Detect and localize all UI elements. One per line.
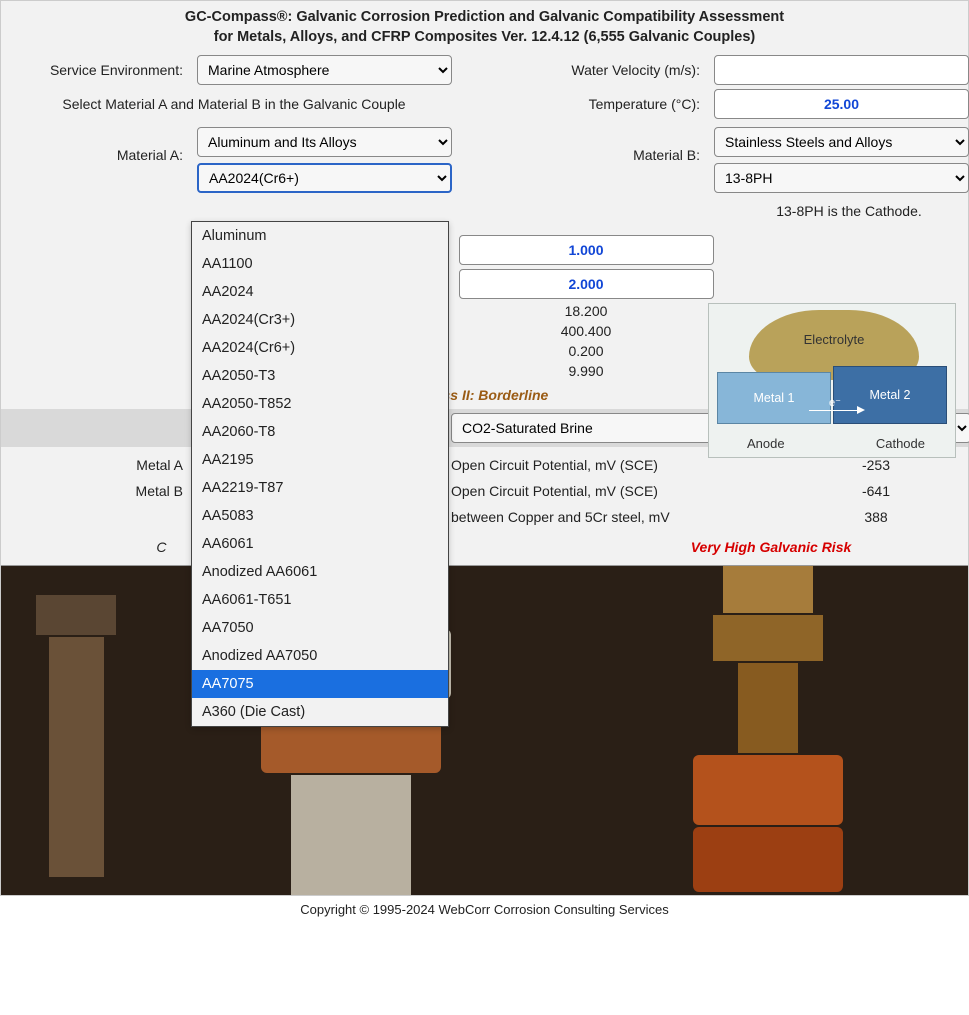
exposed-area-a-input[interactable] — [459, 235, 714, 265]
material-b-group-select[interactable]: Stainless Steels and Alloys — [714, 127, 969, 157]
alloy-option[interactable]: A360 (Die Cast) — [192, 698, 448, 726]
metal-1-block: Metal 1 — [717, 372, 831, 424]
select-materials-note: Select Material A and Material B in the … — [11, 90, 457, 118]
pre-1-value: 0.200 — [451, 343, 721, 359]
alloy-option[interactable]: AA2024(Cr3+) — [192, 306, 448, 334]
alloy-option[interactable]: AA5083 — [192, 502, 448, 530]
alloy-option[interactable]: AA6061-T651 — [192, 586, 448, 614]
service-env-select[interactable]: Marine Atmosphere — [197, 55, 452, 85]
electrolyte-label: Electrolyte — [749, 332, 919, 347]
electron-symbol: e⁻ — [829, 396, 841, 409]
copyright-footer: Copyright © 1995-2024 WebCorr Corrosion … — [0, 896, 969, 923]
value-2: 400.400 — [451, 323, 721, 339]
alloy-option[interactable]: AA2060-T8 — [192, 418, 448, 446]
material-b-label: Material B: — [463, 127, 708, 163]
alloy-option[interactable]: AA2195 — [192, 446, 448, 474]
alloy-option[interactable]: AA2219-T87 — [192, 474, 448, 502]
ocp-a-value: -253 — [801, 457, 951, 473]
cathode-label: Cathode — [876, 436, 925, 451]
title-line-2: for Metals, Alloys, and CFRP Composites … — [1, 29, 968, 45]
anode-label: Anode — [747, 436, 785, 451]
alloy-option[interactable]: Anodized AA6061 — [192, 558, 448, 586]
ocp-diff-value: 388 — [801, 509, 951, 525]
title-line-1: GC-Compass®: Galvanic Corrosion Predicti… — [1, 9, 968, 25]
electron-arrow — [809, 410, 859, 411]
alloy-option[interactable]: Anodized AA7050 — [192, 642, 448, 670]
material-a-group-select[interactable]: Aluminum and Its Alloys — [197, 127, 452, 157]
material-a-alloy-select[interactable]: AA2024(Cr6+) — [197, 163, 452, 193]
alloy-option[interactable]: Aluminum — [192, 222, 448, 250]
material-a-label: Material A: — [11, 127, 191, 163]
ocp-b-desc: Open Circuit Potential, mV (SCE) — [451, 483, 801, 499]
app-header: GC-Compass®: Galvanic Corrosion Predicti… — [1, 1, 968, 51]
alloy-option[interactable]: AA2050-T3 — [192, 362, 448, 390]
metal-2-block: Metal 2 — [833, 366, 947, 424]
service-env-label: Service Environment: — [11, 62, 191, 78]
alloy-option[interactable]: AA2050-T852 — [192, 390, 448, 418]
exposed-area-b-input[interactable] — [459, 269, 714, 299]
value-1: 18.200 — [451, 303, 721, 319]
alloy-option[interactable]: AA7050 — [192, 614, 448, 642]
temperature-input[interactable] — [714, 89, 969, 119]
ocp-diff-desc: between Copper and 5Cr steel, mV — [451, 509, 801, 525]
alloy-option[interactable]: AA2024(Cr6+) — [192, 334, 448, 362]
alloy-option[interactable]: AA7075 — [192, 670, 448, 698]
ocp-a-desc: Open Circuit Potential, mV (SCE) — [451, 457, 801, 473]
corrosion-photo — [1, 565, 968, 895]
material-b-alloy-select[interactable]: 13-8PH — [714, 163, 969, 193]
ocp-metal-b-label: Metal B — [11, 483, 191, 499]
galvanic-risk-level: Very High Galvanic Risk — [571, 539, 969, 555]
ocp-b-value: -641 — [801, 483, 951, 499]
velocity-label: Water Velocity (m/s): — [463, 62, 708, 78]
velocity-input[interactable] — [714, 55, 969, 85]
cathode-note: 13-8PH is the Cathode. — [714, 199, 969, 223]
temperature-label: Temperature (°C): — [463, 96, 708, 112]
ocp-metal-a-label: Metal A — [11, 457, 191, 473]
material-a-alloy-dropdown-list[interactable]: AluminumAA1100AA2024AA2024(Cr3+)AA2024(C… — [191, 221, 449, 727]
alloy-option[interactable]: AA6061 — [192, 530, 448, 558]
alloy-option[interactable]: AA1100 — [192, 250, 448, 278]
pre-2-value: 9.990 — [451, 363, 721, 379]
galvanic-cell-diagram: Electrolyte Metal 1 Metal 2 e⁻ Anode Cat… — [708, 303, 956, 458]
alloy-option[interactable]: AA2024 — [192, 278, 448, 306]
